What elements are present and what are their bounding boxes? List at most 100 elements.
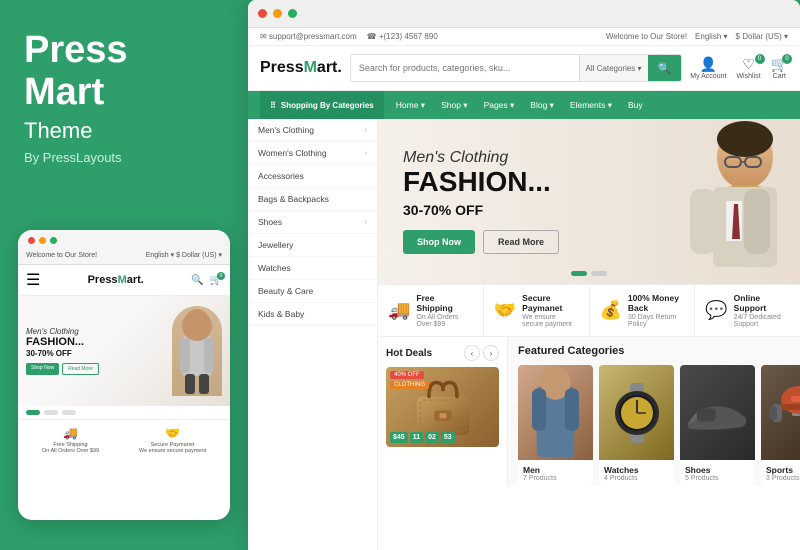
- mobile-dot-green: [50, 237, 57, 244]
- hero-indicators: [571, 271, 607, 276]
- sidebar-item-accessories[interactable]: Accessories: [248, 165, 377, 188]
- deal-badge-category: CLOTHING: [390, 381, 429, 389]
- sidebar-item-womens-clothing[interactable]: Women's Clothing ›: [248, 142, 377, 165]
- cart-label: Cart: [771, 73, 788, 80]
- store-topbar-right: Welcome to Our Store! English ▾ $ Dollar…: [606, 32, 788, 41]
- mobile-banner-off: 30-70% OFF: [26, 349, 172, 358]
- sidebar-jewellery-label: Jewellery: [258, 240, 293, 250]
- search-button[interactable]: 🔍: [648, 55, 682, 81]
- search-bar[interactable]: All Categories ▾ 🔍: [350, 54, 682, 82]
- left-panel: Press Mart Theme By PressLayouts Welcome…: [0, 0, 248, 550]
- mobile-dots: [18, 230, 230, 248]
- category-men[interactable]: Men 7 Products: [518, 365, 593, 485]
- nav-elements[interactable]: Elements ▾: [562, 91, 620, 119]
- hot-deals-prev-button[interactable]: ‹: [464, 345, 480, 361]
- mobile-search-icon[interactable]: 🔍: [191, 275, 203, 286]
- category-grid: Men 7 Products: [518, 365, 800, 485]
- category-sports-name: Sports: [766, 465, 800, 475]
- categories-dropdown-button[interactable]: ⠿ Shopping By Categories: [260, 91, 384, 119]
- browser-dot-red[interactable]: [258, 9, 267, 18]
- wishlist-button[interactable]: ♡ 0 Wishlist: [736, 56, 760, 80]
- category-shoes[interactable]: Shoes 5 Products: [680, 365, 755, 485]
- sidebar-item-jewellery[interactable]: Jewellery: [248, 234, 377, 257]
- store-nav: ⠿ Shopping By Categories Home ▾ Shop ▾ P…: [248, 91, 800, 119]
- category-shoes-label: Shoes 5 Products: [680, 460, 755, 485]
- sidebar-mens-label: Men's Clothing: [258, 125, 314, 135]
- category-shoes-name: Shoes: [685, 465, 750, 475]
- bottom-section: Hot Deals ‹ ›: [378, 337, 800, 485]
- search-category-dropdown[interactable]: All Categories ▾: [579, 55, 648, 81]
- browser-titlebar: [248, 0, 800, 28]
- mobile-cart-icon[interactable]: 🛒0: [210, 275, 222, 286]
- feature-shipping: 🚚 Free Shipping On All Orders Over $99: [378, 285, 484, 336]
- store-header-actions: 👤 My Account ♡ 0 Wishlist 🛒 0 Cart: [690, 56, 788, 80]
- mobile-header: ☰ PressMart. 🔍 🛒0: [18, 265, 230, 296]
- mobile-read-more-button[interactable]: Read More: [62, 363, 99, 375]
- sidebar-item-mens-clothing[interactable]: Men's Clothing ›: [248, 119, 377, 142]
- read-more-button[interactable]: Read More: [483, 230, 559, 254]
- mobile-indicator-2: [62, 410, 76, 415]
- support-icon: 💬: [705, 300, 727, 321]
- sidebar-item-bags[interactable]: Bags & Backpacks: [248, 188, 377, 211]
- category-sports-label: Sports 3 Products: [761, 460, 800, 485]
- sidebar-item-watches[interactable]: Watches: [248, 257, 377, 280]
- hot-deals-next-button[interactable]: ›: [483, 345, 499, 361]
- nav-blog[interactable]: Blog ▾: [522, 91, 562, 119]
- cart-button[interactable]: 🛒 0 Cart: [771, 56, 788, 80]
- mobile-features: 🚚 Free Shipping On All Orders Over $99 🤝…: [18, 419, 230, 460]
- wishlist-label: Wishlist: [736, 73, 760, 80]
- mobile-dot-yellow: [39, 237, 46, 244]
- hot-deals-panel: Hot Deals ‹ ›: [378, 337, 508, 485]
- sidebar-item-beauty[interactable]: Beauty & Care: [248, 280, 377, 303]
- wishlist-badge: 0: [755, 54, 765, 64]
- countdown-ms: 53: [441, 432, 455, 443]
- nav-pages[interactable]: Pages ▾: [476, 91, 523, 119]
- sidebar-arrow-icon: ›: [365, 219, 367, 226]
- mobile-shop-now-button[interactable]: Shop Now: [26, 363, 59, 375]
- categories-btn-label: Shopping By Categories: [281, 101, 374, 110]
- mobile-topbar: Welcome to Our Store! English ▾ $ Dollar…: [18, 248, 230, 265]
- nav-shop[interactable]: Shop ▾: [433, 91, 475, 119]
- mobile-topbar-right: English ▾ $ Dollar (US) ▾: [146, 251, 222, 259]
- feature-moneyback-text: 100% Money Back 30 Days Return Policy: [628, 293, 684, 328]
- search-input[interactable]: [351, 55, 579, 81]
- store-topbar: ✉ support@pressmart.com ☎ +(123) 4567 89…: [248, 28, 800, 46]
- feature-moneyback-title: 100% Money Back: [628, 293, 684, 313]
- featured-title: Featured Categories: [518, 345, 624, 357]
- hero-dot-inactive: [591, 271, 607, 276]
- mobile-indicator-1: [44, 410, 58, 415]
- feature-support-title: Online Support: [734, 293, 790, 313]
- feature-payment-text: Secure Paymanet We ensure secure payment: [522, 293, 578, 328]
- my-account-button[interactable]: 👤 My Account: [690, 56, 726, 80]
- store-logo: PressMart.: [260, 59, 342, 77]
- category-sports-count: 3 Products: [766, 475, 800, 482]
- category-sports[interactable]: Sports 3 Products: [761, 365, 800, 485]
- mobile-mockup: Welcome to Our Store! English ▾ $ Dollar…: [18, 230, 230, 520]
- sidebar-shoes-label: Shoes: [258, 217, 282, 227]
- hero-banner: Men's Clothing FASHION... 30-70% OFF Sho…: [378, 119, 800, 284]
- store-language-select[interactable]: English ▾: [695, 32, 727, 41]
- browser-dot-green[interactable]: [288, 9, 297, 18]
- sidebar-item-shoes[interactable]: Shoes ›: [248, 211, 377, 234]
- store-currency-select[interactable]: $ Dollar (US) ▾: [736, 32, 788, 41]
- category-watches[interactable]: Watches 4 Products: [599, 365, 674, 485]
- store-phone: ☎ +(123) 4567 890: [367, 32, 438, 41]
- shop-now-button[interactable]: Shop Now: [403, 230, 475, 254]
- mobile-feature-payment: 🤝 Secure Paymanet We ensure secure payme…: [139, 426, 206, 454]
- grid-icon: ⠿: [270, 101, 276, 110]
- features-strip: 🚚 Free Shipping On All Orders Over $99 🤝…: [378, 284, 800, 337]
- nav-home[interactable]: Home ▾: [388, 91, 433, 119]
- mobile-banner-text: Men's Clothing FASHION... 30-70% OFF Sho…: [26, 327, 172, 375]
- truck-icon: 🚚: [388, 300, 410, 321]
- countdown-min: 11: [410, 432, 423, 443]
- sidebar-item-kids[interactable]: Kids & Baby: [248, 303, 377, 326]
- hot-deals-title: Hot Deals: [386, 348, 432, 359]
- brand-title-line2: Mart: [24, 72, 224, 114]
- store-main: Men's Clothing FASHION... 30-70% OFF Sho…: [378, 119, 800, 550]
- nav-buy[interactable]: Buy: [620, 91, 651, 119]
- sidebar-beauty-label: Beauty & Care: [258, 286, 313, 296]
- mobile-hamburger-icon[interactable]: ☰: [26, 270, 40, 290]
- mobile-indicators: [18, 406, 230, 419]
- browser-dot-yellow[interactable]: [273, 9, 282, 18]
- feature-shipping-sub: On All Orders Over $99: [416, 314, 472, 328]
